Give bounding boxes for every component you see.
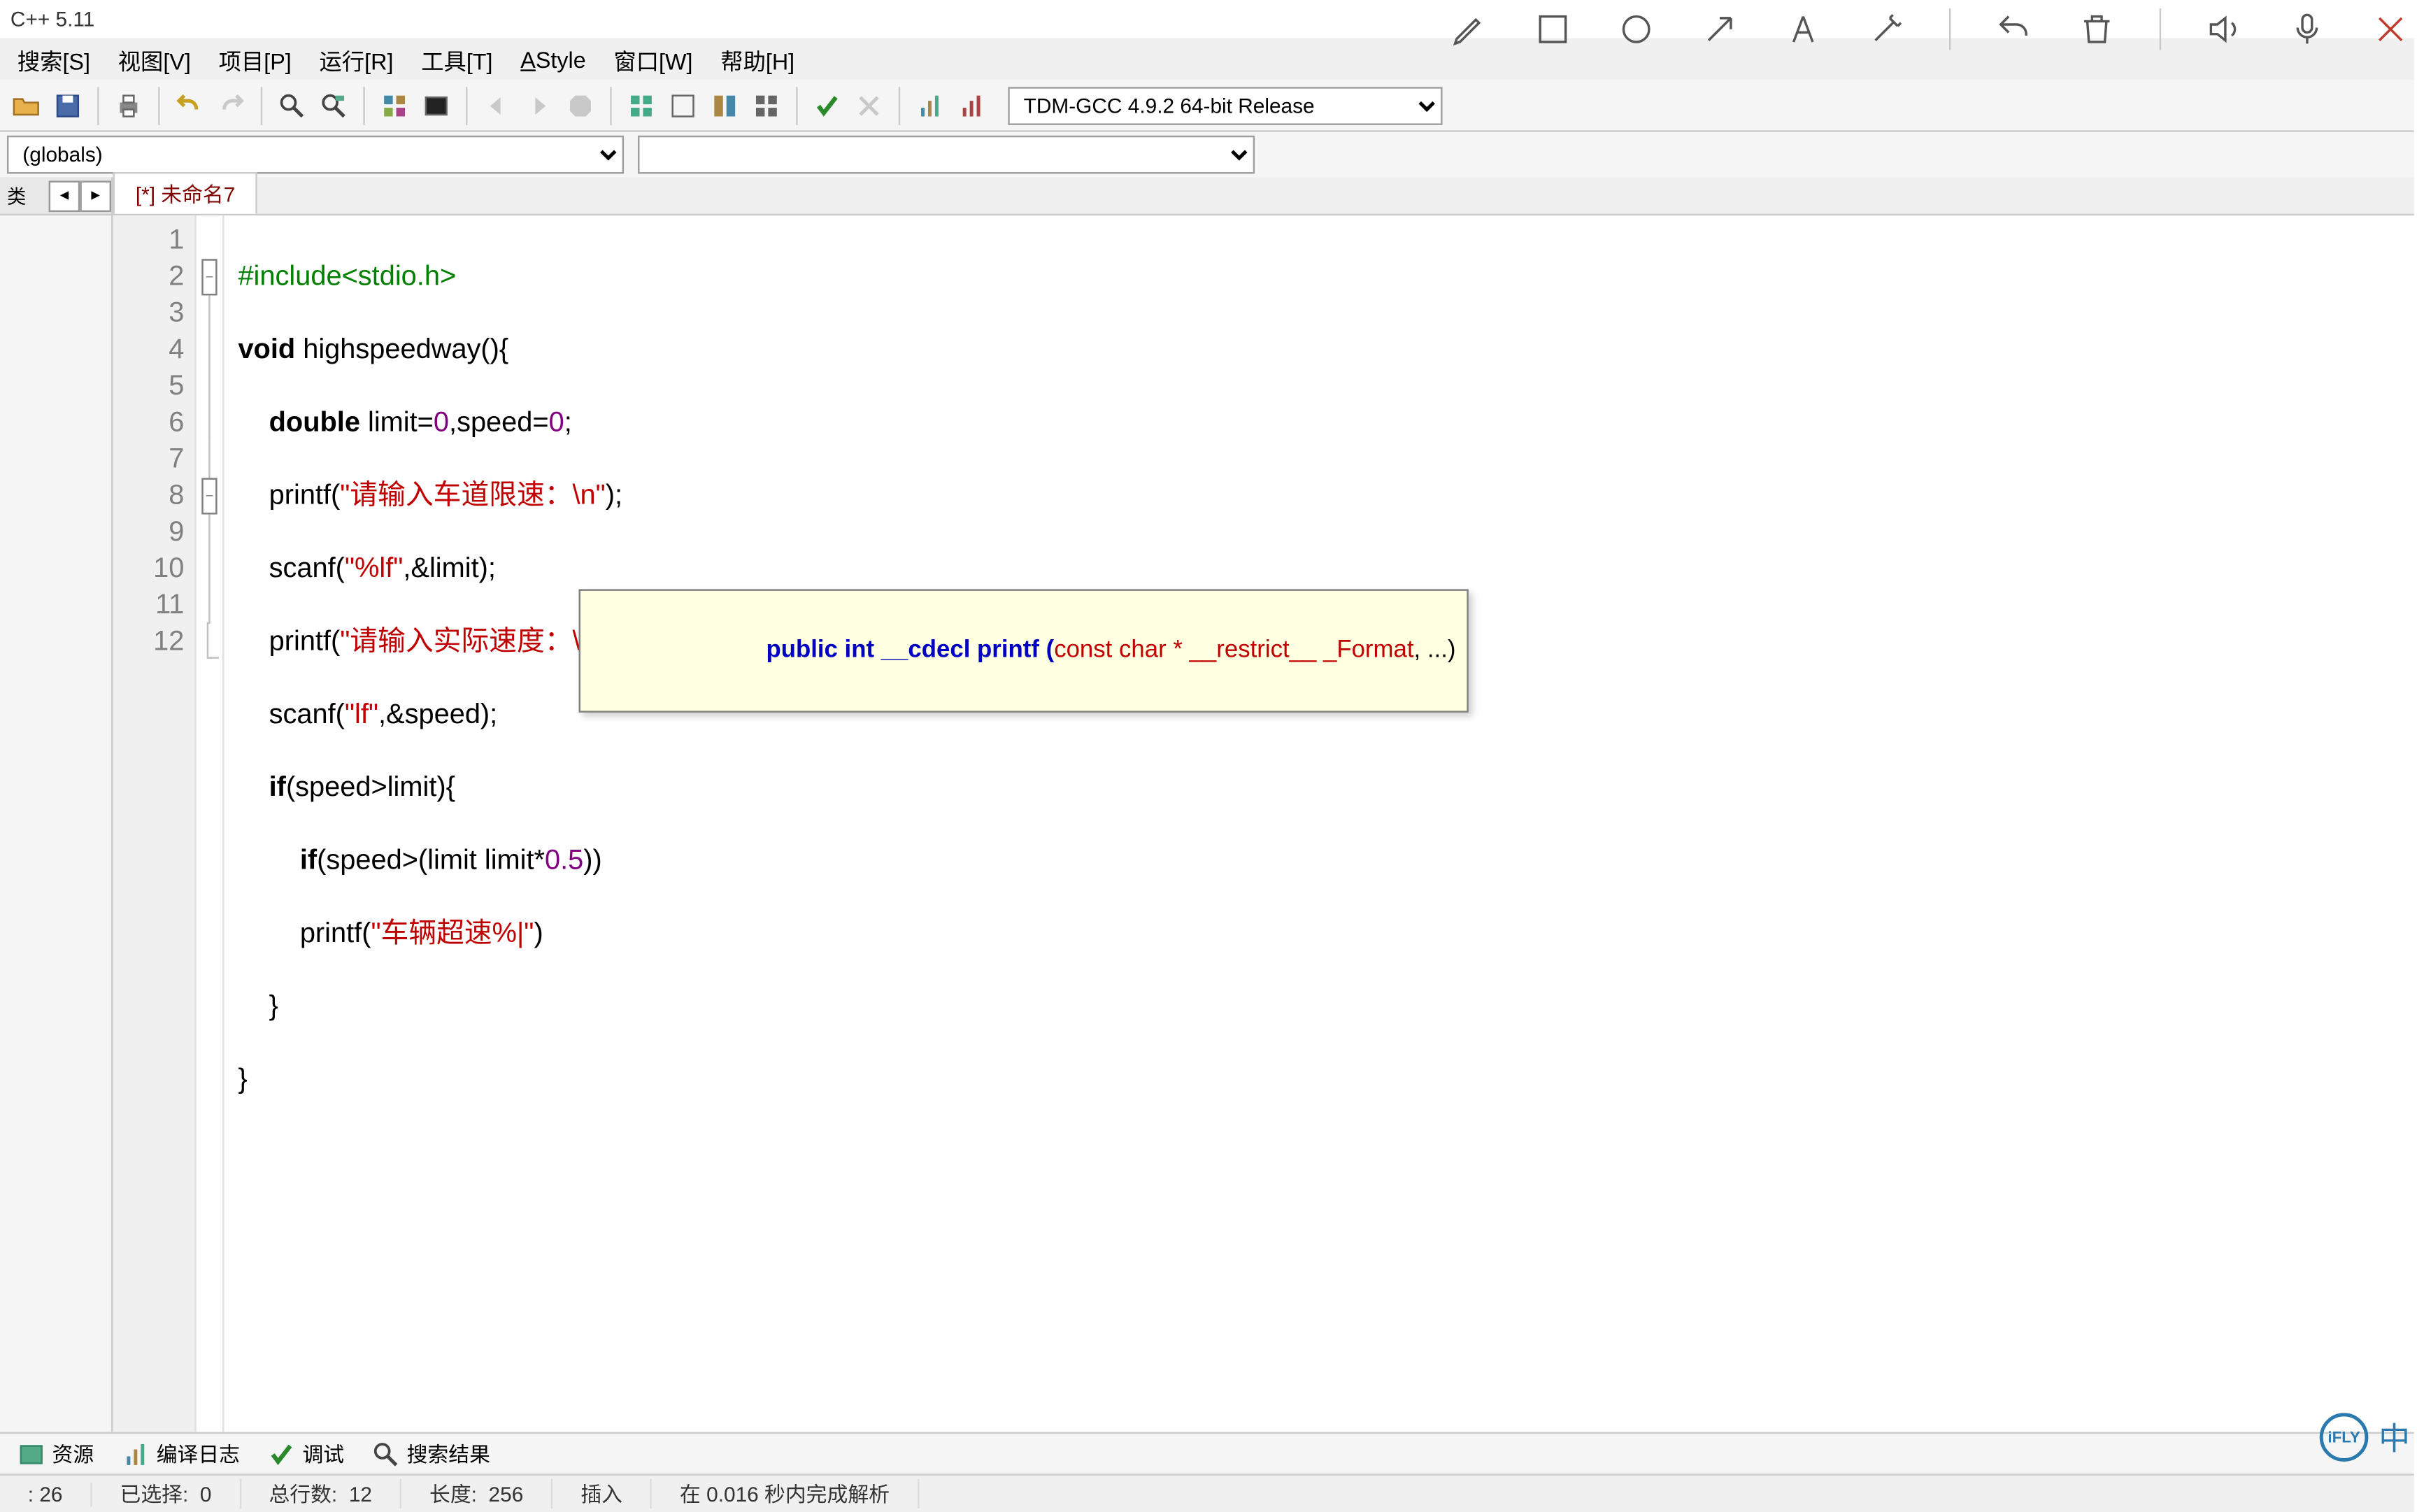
undo-button[interactable] bbox=[171, 86, 209, 124]
menu-help[interactable]: 帮助[H] bbox=[710, 39, 805, 79]
ime-badge: iFLY 中 bbox=[2320, 1413, 2410, 1462]
annotation-toolbar bbox=[1448, 8, 2411, 50]
profile2-button[interactable] bbox=[953, 86, 991, 124]
menu-window[interactable]: 窗口[W] bbox=[604, 39, 704, 79]
fold-gutter: − − bbox=[197, 215, 224, 1432]
menu-run[interactable]: 运行[R] bbox=[309, 39, 404, 79]
search-results-tab[interactable]: 搜索结果 bbox=[362, 1436, 501, 1472]
undo-icon[interactable] bbox=[1992, 8, 2034, 50]
mic-icon[interactable] bbox=[2286, 8, 2328, 50]
status-col: : 26 bbox=[0, 1481, 92, 1506]
compile-button[interactable] bbox=[376, 86, 414, 124]
pencil-icon[interactable] bbox=[1448, 8, 1490, 50]
close-icon[interactable] bbox=[2369, 8, 2411, 50]
open-button[interactable] bbox=[7, 86, 45, 124]
debug-tab[interactable]: 调试 bbox=[257, 1436, 355, 1472]
profile-button[interactable] bbox=[911, 86, 949, 124]
ifly-icon[interactable]: iFLY bbox=[2320, 1413, 2369, 1462]
menu-search[interactable]: 搜索[S] bbox=[7, 39, 101, 79]
save-button[interactable] bbox=[49, 86, 87, 124]
menu-project[interactable]: 项目[P] bbox=[208, 39, 302, 79]
redo-button[interactable] bbox=[212, 86, 250, 124]
side-panel: 类 ◂ ▸ bbox=[0, 177, 113, 1432]
compile-log-tab[interactable]: 编译日志 bbox=[111, 1436, 250, 1472]
find-button[interactable] bbox=[273, 86, 311, 124]
grid3-button[interactable] bbox=[706, 86, 744, 124]
grid1-button[interactable] bbox=[622, 86, 661, 124]
fold-toggle-icon[interactable]: − bbox=[201, 478, 217, 514]
line-gutter: 123456 789101112 bbox=[113, 215, 197, 1432]
editor-area: [*] 未命名7 123456 789101112 − − bbox=[113, 177, 2414, 1432]
file-tab[interactable]: [*] 未命名7 bbox=[113, 172, 258, 214]
member-select[interactable] bbox=[638, 136, 1255, 174]
menu-view[interactable]: 视图[V] bbox=[108, 39, 201, 79]
tab-strip: [*] 未命名7 bbox=[113, 177, 2414, 215]
trash-icon[interactable] bbox=[2076, 8, 2118, 50]
app-title: C++ 5.11 bbox=[10, 7, 94, 31]
text-icon[interactable] bbox=[1782, 8, 1824, 50]
signature-tooltip: public int __cdecl printf (const char * … bbox=[579, 589, 1468, 712]
ime-indicator[interactable]: 中 bbox=[2379, 1415, 2410, 1460]
dev-cpp-window: C++ 5.11 搜索[S] 视图[V] 项目[P] 运行[R] 工具[T] A… bbox=[0, 0, 2414, 1512]
grid4-button[interactable] bbox=[748, 86, 786, 124]
check-button[interactable] bbox=[808, 86, 847, 124]
run-button[interactable] bbox=[417, 86, 455, 124]
compiler-select[interactable]: TDM-GCC 4.9.2 64-bit Release bbox=[1008, 86, 1442, 124]
replace-button[interactable] bbox=[315, 86, 353, 124]
square-icon[interactable] bbox=[1532, 8, 1574, 50]
status-bar: : 26 已选择: 0 总行数: 12 长度: 256 插入 在 0.016 秒… bbox=[0, 1474, 2414, 1512]
circle-icon[interactable] bbox=[1616, 8, 1657, 50]
status-mode: 插入 bbox=[553, 1479, 653, 1509]
bottom-tabs: 资源 编译日志 调试 搜索结果 bbox=[0, 1432, 2414, 1474]
status-selection: 已选择: 0 bbox=[92, 1479, 241, 1509]
wand-icon[interactable] bbox=[1866, 8, 1908, 50]
nav-fwd-button[interactable] bbox=[520, 86, 558, 124]
scope-select[interactable]: (globals) bbox=[7, 136, 624, 174]
fold-toggle-icon[interactable]: − bbox=[201, 259, 217, 295]
status-parse: 在 0.016 秒内完成解析 bbox=[652, 1479, 919, 1509]
code-editor[interactable]: 123456 789101112 − − #in bbox=[113, 215, 2414, 1432]
nav-back-button[interactable] bbox=[478, 86, 516, 124]
cancel-button[interactable] bbox=[850, 86, 888, 124]
scope-bar: (globals) bbox=[0, 132, 2414, 178]
main-toolbar: TDM-GCC 4.9.2 64-bit Release bbox=[0, 80, 2414, 132]
menu-astyle[interactable]: AStyle bbox=[510, 43, 596, 76]
menu-tools[interactable]: 工具[T] bbox=[411, 39, 503, 79]
print-button[interactable] bbox=[110, 86, 148, 124]
arrow-icon[interactable] bbox=[1699, 8, 1741, 50]
resources-tab[interactable]: 资源 bbox=[7, 1436, 104, 1472]
speaker-icon[interactable] bbox=[2203, 8, 2245, 50]
grid2-button[interactable] bbox=[664, 86, 702, 124]
stop-button[interactable] bbox=[562, 86, 600, 124]
status-lines: 总行数: 12 bbox=[241, 1479, 402, 1509]
tab-next-button[interactable]: ▸ bbox=[80, 180, 111, 211]
code-content[interactable]: #include<stdio.h> void highspeedway(){ d… bbox=[224, 215, 2414, 1432]
class-tab[interactable]: 类 bbox=[0, 178, 33, 213]
tab-prev-button[interactable]: ◂ bbox=[49, 180, 80, 211]
status-length: 长度: 256 bbox=[401, 1479, 552, 1509]
